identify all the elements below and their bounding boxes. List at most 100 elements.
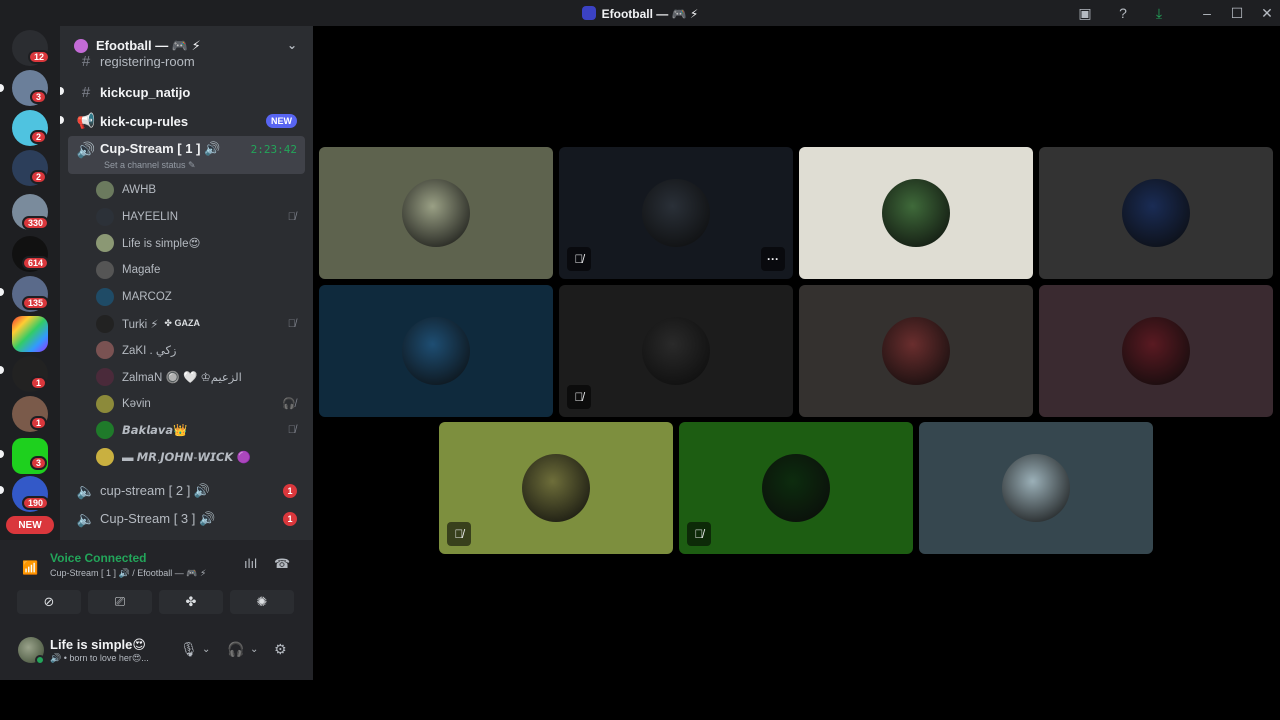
close-icon[interactable]: ✕ [1258, 4, 1276, 22]
participant-tile[interactable]: 🎙̸ [679, 422, 913, 554]
megaphone-icon: 📢 [76, 113, 96, 130]
channel-cup-stream-1[interactable]: 🔊 Cup-Stream [ 1 ] 🔊 2:23:42 Set a chann… [68, 136, 305, 174]
voice-user[interactable]: Magafe [96, 258, 302, 282]
signal-icon[interactable]: 📶 [22, 560, 38, 576]
screen-share-button[interactable]: ⎚ [88, 590, 152, 614]
headphones-icon[interactable]: 🎧 [227, 641, 244, 658]
disconnect-icon[interactable]: ☎ [274, 556, 290, 572]
voice-status[interactable]: Voice Connected [50, 551, 146, 565]
avatar [882, 317, 950, 385]
voice-channel-path[interactable]: Cup-Stream [ 1 ] 🔊 / Efootball — 🎮 ⚡ [50, 568, 206, 579]
more-options-icon[interactable]: ··· [761, 247, 785, 271]
participant-tile[interactable] [799, 285, 1033, 417]
camera-off-button[interactable]: ⊘ [17, 590, 81, 614]
avatar [1122, 179, 1190, 247]
voice-user[interactable]: HAYEELIN 🎙̸ [96, 205, 302, 229]
inbox-icon[interactable]: ▣ [1076, 4, 1094, 22]
voice-timer: 2:23:42 [250, 143, 297, 156]
server-icon [581, 6, 596, 20]
avatar [96, 341, 114, 360]
avatar [642, 317, 710, 385]
voice-user[interactable]: Life is simple😍 [96, 231, 302, 255]
noise-suppression-icon[interactable]: ılıl [244, 556, 257, 571]
muted-icon: 🎙̸ [567, 385, 591, 409]
speaker-icon: 🔈 [76, 511, 96, 528]
muted-icon: 🎙̸ [287, 424, 296, 437]
mention-badge: 1 [283, 512, 297, 526]
channel-cup-stream-2[interactable]: 🔈 cup-stream [ 2 ] 🔊 1 [68, 478, 305, 504]
voice-user-name: ZaKI . زكي [122, 345, 177, 358]
avatar [96, 314, 114, 333]
microphone-icon[interactable]: 🎙 [180, 641, 198, 658]
participant-tile[interactable] [919, 422, 1153, 554]
voice-user[interactable]: Turki ⚡ ✤ GAZA 🎙̸ [96, 312, 302, 336]
participant-tile[interactable]: 🎙̸ [439, 422, 673, 554]
unread-dot [60, 87, 64, 95]
participant-tile[interactable] [1039, 285, 1273, 417]
voice-user[interactable]: MARCOZ [96, 285, 302, 309]
avatar [402, 179, 470, 247]
muted-icon: 🎙̸ [447, 522, 471, 546]
voice-user[interactable]: 𝘽𝙖𝙠𝙡𝙖𝙫𝙖👑 🎙̸ [96, 418, 302, 442]
channel-kickcup-natijo[interactable]: # kickcup_natijo [68, 79, 305, 105]
hashtag-icon: # [81, 83, 91, 101]
download-icon[interactable]: ⤓ [1150, 4, 1168, 22]
activities-button[interactable]: ✤ [159, 590, 223, 614]
channel-partial[interactable]: # registering-room [68, 54, 305, 68]
chevron-down-icon[interactable]: ⌄ [202, 644, 210, 655]
voice-user-name: Life is simple😍 [122, 238, 201, 251]
help-icon[interactable]: ? [1114, 4, 1132, 22]
chevron-down-icon[interactable]: ⌄ [287, 38, 297, 52]
participant-tile[interactable]: 🎙̸ [559, 285, 793, 417]
participant-tile[interactable] [319, 147, 553, 279]
minimize-icon[interactable]: – [1198, 4, 1216, 22]
channel-name: kickcup_natijo [100, 84, 191, 100]
server-name: Efootball — 🎮 ⚡ [96, 38, 201, 53]
participant-tile[interactable] [1039, 147, 1273, 279]
avatar [96, 207, 114, 226]
voice-user-name: Magafe [122, 264, 161, 277]
server-rail: 12 3 2 2 330 614 135 1 1 3 190 NEW [0, 26, 60, 540]
participant-tile[interactable] [319, 285, 553, 417]
soundboard-button[interactable]: ✺ [230, 590, 294, 614]
server-badge: 190 [22, 496, 50, 510]
channel-kick-cup-rules[interactable]: 📢 kick-cup-rules NEW [68, 108, 305, 134]
username[interactable]: Life is simple😍 [50, 637, 146, 653]
channel-cup-stream-3[interactable]: 🔈 Cup-Stream [ 3 ] 🔊 1 [68, 506, 305, 532]
activities-icon: ✤ [185, 594, 197, 609]
server-badge: 2 [30, 170, 48, 184]
voice-user[interactable]: ZaKI . زكي [96, 338, 302, 362]
voice-user-name: AWHB [122, 184, 157, 196]
participant-tile[interactable] [799, 147, 1033, 279]
channel-status[interactable]: Set a channel status ✎ [104, 160, 196, 171]
title-bar: Efootball — 🎮 ⚡ ▣ ? ⤓ – ☐ ✕ [0, 0, 1280, 26]
maximize-icon[interactable]: ☐ [1228, 4, 1246, 22]
server-badge: 1 [30, 416, 48, 430]
channel-sidebar: Efootball — 🎮 ⚡ ⌄ # registering-room # k… [60, 26, 313, 540]
unread-dot [0, 486, 4, 494]
voice-user[interactable]: ZalmaN 🔘 🤍 ♔الزعيم [96, 365, 302, 389]
avatar [96, 287, 114, 306]
server-badge: 330 [22, 216, 50, 230]
gear-icon[interactable]: ⚙ [274, 641, 287, 658]
voice-user[interactable]: Kəvin 🎧̸ [96, 392, 302, 416]
chevron-down-icon[interactable]: ⌄ [250, 644, 258, 655]
dm-badge: 12 [28, 50, 51, 64]
muted-icon: 🎙̸ [687, 522, 711, 546]
channel-name: cup-stream [ 2 ] 🔊 [100, 483, 211, 498]
voice-user[interactable]: ▬ 𝙈𝙍.𝙅𝙊𝙃𝙉-𝙒𝙄𝘾𝙆 🟣 [96, 445, 302, 469]
new-unreads-pill[interactable]: NEW [6, 516, 54, 534]
voice-user-name: MARCOZ [122, 290, 172, 303]
muted-icon: 🎙̸ [287, 317, 296, 330]
avatar [402, 317, 470, 385]
avatar [1122, 317, 1190, 385]
participant-tile[interactable]: 🎙̸ ··· [559, 147, 793, 279]
server-badge: 614 [22, 256, 50, 270]
unread-dot [0, 366, 4, 374]
channel-name: kick-cup-rules [100, 113, 189, 129]
unread-dot [0, 288, 4, 296]
server-icon[interactable] [12, 316, 48, 352]
window-title-text: Efootball — 🎮 ⚡ [601, 7, 699, 21]
unread-dot [60, 116, 64, 124]
voice-user[interactable]: AWHB [96, 178, 302, 202]
